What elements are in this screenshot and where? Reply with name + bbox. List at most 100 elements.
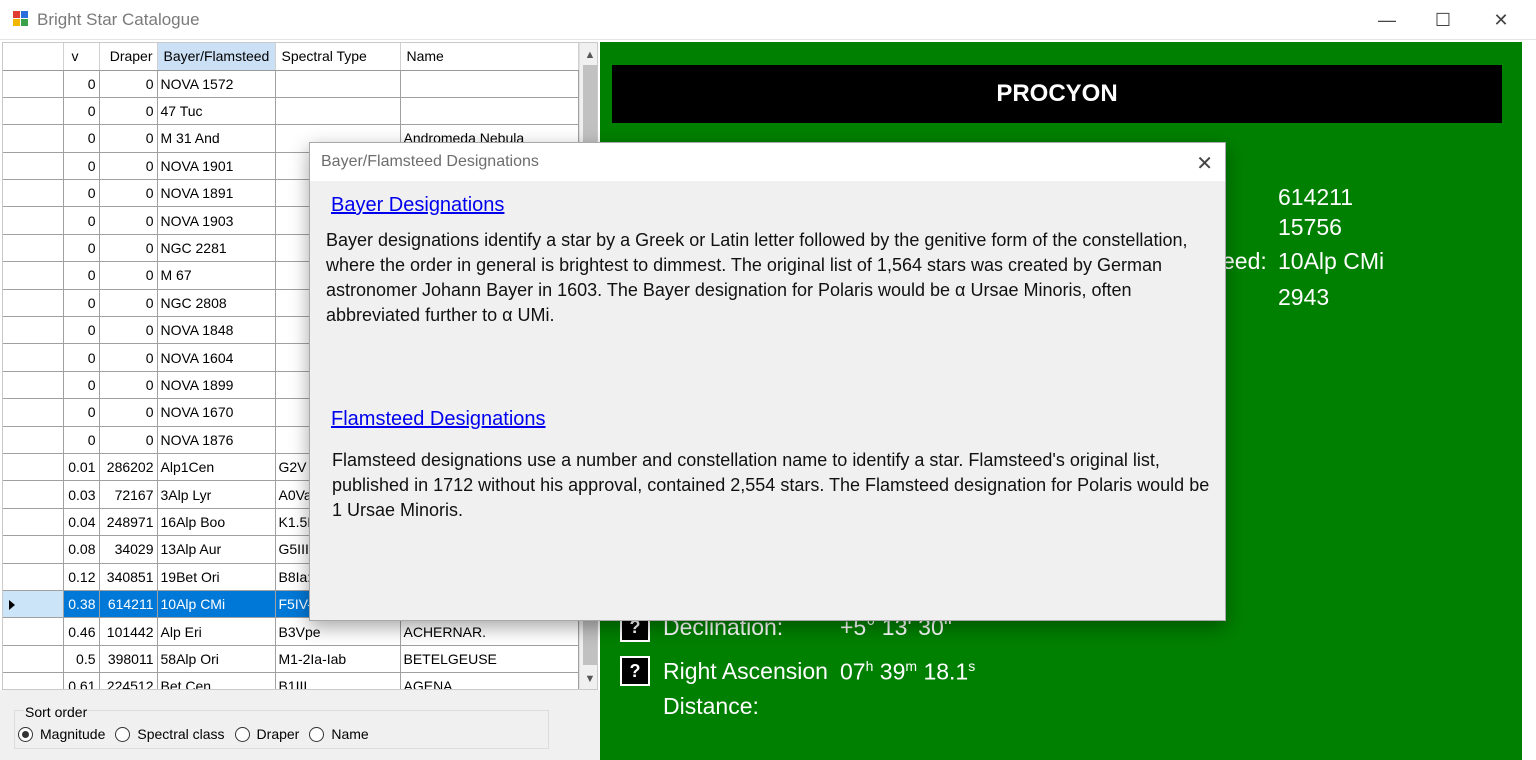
- cell-bayer-flamsteed[interactable]: NGC 2281: [157, 234, 276, 263]
- cell-spectral-type[interactable]: [275, 70, 401, 98]
- close-button[interactable]: ✕: [1472, 0, 1530, 40]
- cell-draper[interactable]: 0: [99, 234, 158, 263]
- cell-spectral-type[interactable]: B1III: [275, 672, 401, 689]
- cell-bayer-flamsteed[interactable]: 3Alp Lyr: [157, 480, 276, 509]
- sort-radio-magnitude[interactable]: Magnitude: [18, 726, 105, 742]
- cell-name[interactable]: [400, 70, 579, 98]
- row-header[interactable]: [3, 289, 64, 318]
- cell-draper[interactable]: 0: [99, 206, 158, 235]
- column-header-bayer-flamsteed[interactable]: Bayer/Flamsteed: [157, 43, 276, 71]
- radio-dot-icon[interactable]: [18, 726, 33, 742]
- cell-name[interactable]: AGENA: [400, 672, 579, 689]
- cell-bayer-flamsteed[interactable]: NOVA 1899: [157, 371, 276, 400]
- flamsteed-designations-link[interactable]: Flamsteed Designations: [331, 408, 546, 431]
- cell-bayer-flamsteed[interactable]: NOVA 1670: [157, 398, 276, 427]
- row-header[interactable]: [3, 70, 64, 98]
- cell-draper[interactable]: 0: [99, 371, 158, 400]
- cell-v[interactable]: 0: [63, 234, 100, 263]
- radio-dot-icon[interactable]: [309, 726, 325, 742]
- cell-bayer-flamsteed[interactable]: 19Bet Ori: [157, 563, 276, 591]
- cell-bayer-flamsteed[interactable]: NOVA 1876: [157, 426, 276, 454]
- row-header[interactable]: [3, 563, 64, 591]
- cell-spectral-type[interactable]: [275, 97, 401, 126]
- right-ascension-help-icon[interactable]: ?: [620, 656, 650, 686]
- row-header[interactable]: [3, 617, 64, 646]
- cell-v[interactable]: 0.61: [63, 672, 100, 689]
- cell-draper[interactable]: 0: [99, 261, 158, 290]
- cell-v[interactable]: 0.04: [63, 508, 100, 537]
- cell-draper[interactable]: 101442: [99, 617, 158, 646]
- row-header[interactable]: [3, 371, 64, 400]
- row-header[interactable]: [3, 234, 64, 263]
- cell-v[interactable]: 0: [63, 316, 100, 345]
- cell-draper[interactable]: 0: [99, 426, 158, 454]
- cell-draper[interactable]: 0: [99, 398, 158, 427]
- cell-v[interactable]: 0: [63, 124, 100, 153]
- cell-draper[interactable]: 0: [99, 152, 158, 181]
- cell-bayer-flamsteed[interactable]: Alp1Cen: [157, 453, 276, 482]
- row-header[interactable]: [3, 124, 64, 153]
- row-header[interactable]: [3, 426, 64, 454]
- cell-v[interactable]: 0.46: [63, 617, 100, 646]
- row-header[interactable]: [3, 398, 64, 427]
- cell-bayer-flamsteed[interactable]: NOVA 1604: [157, 343, 276, 372]
- cell-v[interactable]: 0.01: [63, 453, 100, 482]
- cell-v[interactable]: 0.38: [63, 590, 100, 619]
- table-row[interactable]: 0.61 224512 Bet Cen B1III AGENA: [3, 672, 579, 689]
- cell-draper[interactable]: 614211: [99, 590, 158, 619]
- cell-name[interactable]: BETELGEUSE: [400, 645, 579, 674]
- cell-v[interactable]: 0.08: [63, 535, 100, 564]
- cell-bayer-flamsteed[interactable]: Alp Eri: [157, 617, 276, 646]
- cell-draper[interactable]: 340851: [99, 563, 158, 591]
- cell-bayer-flamsteed[interactable]: NOVA 1891: [157, 179, 276, 208]
- table-row[interactable]: 0 0 NOVA 1572: [3, 70, 579, 98]
- row-header[interactable]: [3, 152, 64, 181]
- dialog-close-icon[interactable]: ✕: [1196, 151, 1213, 176]
- cell-v[interactable]: 0.03: [63, 480, 100, 509]
- cell-v[interactable]: 0: [63, 97, 100, 126]
- table-row[interactable]: 0.5 398011 58Alp Ori M1-2Ia-Iab BETELGEUSE: [3, 645, 579, 674]
- row-header[interactable]: [3, 590, 64, 619]
- minimize-button[interactable]: —: [1358, 0, 1416, 40]
- cell-v[interactable]: 0.5: [63, 645, 100, 674]
- table-row[interactable]: 0 0 47 Tuc: [3, 97, 579, 126]
- cell-v[interactable]: 0: [63, 152, 100, 181]
- cell-bayer-flamsteed[interactable]: 13Alp Aur: [157, 535, 276, 564]
- cell-draper[interactable]: 72167: [99, 480, 158, 509]
- cell-v[interactable]: 0: [63, 261, 100, 290]
- row-header[interactable]: [3, 480, 64, 509]
- cell-v[interactable]: 0: [63, 398, 100, 427]
- column-header-v[interactable]: v: [63, 43, 100, 71]
- cell-draper[interactable]: 286202: [99, 453, 158, 482]
- cell-bayer-flamsteed[interactable]: 58Alp Ori: [157, 645, 276, 674]
- sort-radio-name[interactable]: Name: [309, 726, 369, 742]
- cell-bayer-flamsteed[interactable]: NOVA 1572: [157, 70, 276, 98]
- bayer-designations-link[interactable]: Bayer Designations: [331, 194, 504, 217]
- cell-bayer-flamsteed[interactable]: 16Alp Boo: [157, 508, 276, 537]
- row-header[interactable]: [3, 97, 64, 126]
- cell-name[interactable]: [400, 97, 579, 126]
- column-header-draper[interactable]: Draper: [99, 43, 158, 71]
- cell-name[interactable]: ACHERNAR.: [400, 617, 579, 646]
- row-header[interactable]: [3, 316, 64, 345]
- cell-draper[interactable]: 0: [99, 179, 158, 208]
- table-row[interactable]: 0.46 101442 Alp Eri B3Vpe ACHERNAR.: [3, 617, 579, 646]
- maximize-button[interactable]: ☐: [1414, 0, 1472, 40]
- cell-draper[interactable]: 34029: [99, 535, 158, 564]
- cell-bayer-flamsteed[interactable]: 47 Tuc: [157, 97, 276, 126]
- cell-bayer-flamsteed[interactable]: NOVA 1903: [157, 206, 276, 235]
- cell-draper[interactable]: 0: [99, 316, 158, 345]
- row-header[interactable]: [3, 672, 64, 689]
- row-header[interactable]: [3, 206, 64, 235]
- cell-v[interactable]: 0: [63, 289, 100, 318]
- sort-radio-draper[interactable]: Draper: [234, 726, 299, 742]
- radio-dot-icon[interactable]: [234, 726, 250, 742]
- row-header[interactable]: [3, 645, 64, 674]
- cell-draper[interactable]: 0: [99, 289, 158, 318]
- cell-draper[interactable]: 0: [99, 124, 158, 153]
- cell-bayer-flamsteed[interactable]: 10Alp CMi: [157, 590, 276, 619]
- cell-v[interactable]: 0: [63, 179, 100, 208]
- radio-dot-icon[interactable]: [115, 726, 131, 742]
- scroll-up-icon[interactable]: ▲: [580, 45, 597, 65]
- cell-bayer-flamsteed[interactable]: M 31 And: [157, 124, 276, 153]
